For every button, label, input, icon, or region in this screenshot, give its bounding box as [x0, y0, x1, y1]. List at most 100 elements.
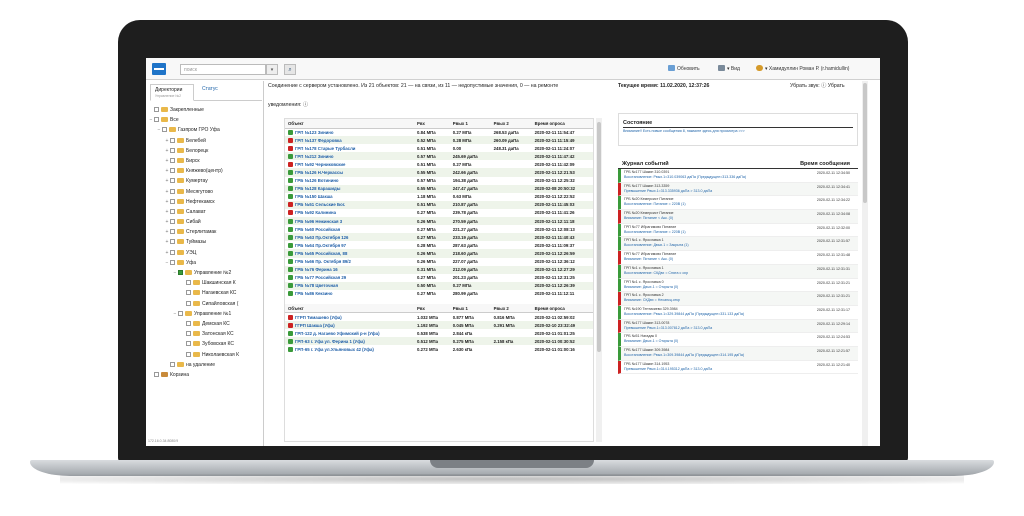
table-row[interactable]: ГГРП Тимашево (Уфа) 1.032 МПа 0.877 МПа 0.8… — [285, 313, 593, 321]
tree-item[interactable]: + Бирск — [148, 156, 260, 166]
tree-item[interactable]: Нагаевская КС — [148, 288, 260, 298]
tree-checkbox[interactable] — [170, 361, 175, 367]
tree-checkbox[interactable] — [170, 239, 175, 245]
tree-item[interactable]: Зубовская КС — [148, 339, 260, 349]
column-header[interactable]: Объект — [285, 303, 415, 314]
tree-item[interactable]: Закрепленные — [148, 105, 260, 115]
tree-checkbox[interactable] — [186, 341, 191, 347]
table-row[interactable]: ГРБ №65 Российская, 88 0.26 МПа 218.60 даП… — [285, 249, 593, 258]
tree-item[interactable]: Сипайловская ( — [148, 299, 260, 309]
tree-checkbox[interactable] — [186, 320, 191, 326]
object-name[interactable]: ГРБ №51 Сельские Бог. — [295, 202, 345, 207]
tree-item[interactable]: − Управление №1 — [148, 309, 260, 319]
tree-checkbox[interactable] — [170, 249, 175, 255]
object-name[interactable]: ГРБ №92 Калинина — [295, 210, 336, 215]
right-scrollbar-thumb[interactable] — [863, 83, 867, 203]
journal-event[interactable]: ГРП №77 Ибрагимово Питание Восстановление… — [618, 223, 858, 238]
tree-checkbox[interactable] — [186, 300, 191, 306]
object-name[interactable]: ГГРП Шакша (Уфа) — [295, 323, 335, 328]
tree-item[interactable]: Николаевская К — [148, 350, 260, 360]
table-row[interactable]: ГРП-63 г. Уфа ул. Ферина 1 (Уфа) 0.512 МП… — [285, 337, 593, 346]
user-menu[interactable]: ▾ Хамидуллин Роман Р. (r.hamidullin) — [756, 65, 849, 72]
tree-checkbox[interactable] — [154, 107, 159, 112]
tab-status[interactable]: Статус — [198, 84, 222, 101]
table-scrollbar[interactable] — [596, 118, 602, 442]
journal-event[interactable]: ГРП №1 с. Ярославка 0 Внимание: Двых.1 = … — [618, 278, 858, 293]
tree-item[interactable]: + Стерлитамак — [148, 227, 260, 237]
object-name[interactable]: ГРП-63 г. Уфа ул. Ферина 1 (Уфа) — [295, 339, 365, 344]
tree-checkbox[interactable] — [170, 168, 175, 174]
object-name[interactable]: ГРБ №66 Пр. Октября 89/2 — [295, 259, 351, 264]
object-name[interactable]: ГРП №178 Старые Турбасли — [295, 146, 355, 151]
tree-item[interactable]: Корзина — [148, 370, 260, 380]
journal-event[interactable]: ГРБ №177 Шакин 313.3359 Превышение Pвых.1… — [618, 182, 858, 197]
object-name[interactable]: ГРП №92 Черниковские — [295, 162, 345, 167]
table-row[interactable]: ГРБ №86 Кекзино 0.27 МПа 280.99 даПа 2020-0… — [285, 290, 593, 298]
object-name[interactable]: ГРБ №77 Российская 29 — [295, 275, 346, 280]
object-name[interactable]: ГРБ №60 Российская — [295, 227, 340, 232]
column-header[interactable]: Рвых 2 — [490, 119, 532, 129]
table-row[interactable]: ГРБ №78 Цветочная 0.50 МПа 0.27 МПа 2020-02… — [285, 281, 593, 290]
tree-checkbox[interactable] — [170, 219, 175, 225]
tree-checkbox[interactable] — [154, 371, 159, 377]
tree-item[interactable]: + Сибай — [148, 217, 260, 227]
tree-item[interactable]: − Управление №2 — [148, 268, 260, 278]
tree-item[interactable]: + Белебей — [148, 136, 260, 146]
table-row[interactable]: ГРБ №76 Ферина 16 0.31 МПа 212.09 даПа 2020… — [285, 265, 593, 274]
tree-checkbox[interactable] — [154, 117, 159, 123]
object-name[interactable]: ГРП-122 д. Нагаево Уфимский р-н (Уфа) — [295, 331, 380, 336]
table-row[interactable]: ГРБ №64 Пр.Октября 97 0.28 МПа 287.63 даПа… — [285, 241, 593, 249]
search-dropdown-button[interactable]: ▾ — [266, 64, 278, 75]
tree-item[interactable]: + Княжево(центр) — [148, 166, 260, 176]
right-scrollbar[interactable] — [862, 81, 868, 446]
tree-checkbox[interactable] — [162, 127, 167, 133]
table-row[interactable]: ГРБ №96 Нежинская 3 0.26 МПа 270.59 даПа 20… — [285, 217, 593, 226]
table-row[interactable]: ГРБ №66 Пр. Октября 89/2 0.26 МПа 227.07 д… — [285, 258, 593, 266]
journal-event[interactable]: ГРБ №177 Шакин 313.0078 Превышение Pвых.1… — [618, 319, 858, 334]
object-name[interactable]: ГРП №123 Зинино — [295, 130, 334, 135]
column-header[interactable]: Рвых 1 — [449, 303, 491, 314]
table-row[interactable]: ГРП №137 Федоровка 0.52 МПа 0.28 МПа 260.09… — [285, 136, 593, 145]
table-row[interactable]: ГРП №212 Зинино 0.57 МПа 245.69 даПа 2020-0… — [285, 152, 593, 161]
table-row[interactable]: ГРБ №128 Карашиды 0.55 МПа 247.47 даПа 2020… — [285, 184, 593, 193]
object-name[interactable]: ГРБ №96 Нежинская 3 — [295, 219, 342, 224]
tree-checkbox[interactable] — [186, 280, 191, 286]
tree-checkbox[interactable] — [186, 331, 191, 337]
tree-checkbox[interactable] — [170, 157, 175, 163]
tree-checkbox[interactable] — [170, 178, 175, 184]
tree-checkbox[interactable] — [186, 351, 191, 357]
mute-sound-toggle[interactable]: Убрать звук: ⓘ Убрать — [790, 83, 850, 90]
journal-event[interactable]: ГРП №1 с. Ярославка 2 Внимание: СКДвх = Н… — [618, 292, 858, 306]
column-header[interactable]: Время опроса — [531, 119, 593, 129]
object-name[interactable]: ГГРП Тимашево (Уфа) — [295, 315, 342, 320]
object-name[interactable]: ГРП-65 г. Уфа ул.Ульяновых 42 (Уфа) — [295, 347, 374, 352]
object-name[interactable]: ГРБ №86 Кекзино — [295, 291, 333, 296]
object-name[interactable]: ГРБ №78 Цветочная — [295, 283, 338, 288]
table-row[interactable]: ГРП №123 Зинино 0.84 МПа 0.27 МПа 268.53 да… — [285, 128, 593, 136]
object-name[interactable]: ГРБ №64 Пр.Октября 97 — [295, 243, 346, 248]
journal-event[interactable]: ГРП №1 с. Ярославка 1 Восстановление: Двы… — [618, 237, 858, 252]
column-header[interactable]: Объект — [285, 119, 415, 129]
state-message-link[interactable]: Внимание!! Есть новые сообщения 8, нажми… — [623, 129, 745, 133]
journal-event[interactable]: ГРБ №177 Шакин 310.0391 Восстановление: P… — [618, 169, 858, 183]
journal-event[interactable]: ГРБ №177 Шакин 314.1953 Превышение Pвых.1… — [618, 360, 858, 375]
column-header[interactable]: Рвых 2 — [490, 303, 532, 314]
table-row[interactable]: ГРБ №126 Н.Черкассы 0.55 МПа 242.66 даПа 20… — [285, 168, 593, 177]
table-row[interactable]: ГРП №92 Черниковские 0.51 МПа 0.27 МПа 2020… — [285, 160, 593, 168]
journal-event[interactable]: ГРБ №177 Шакин 309.3984 Восстановление: P… — [618, 346, 858, 361]
table-row[interactable]: ГРБ №63 Пр.Октября 126 0.27 МПа 233.19 даП… — [285, 233, 593, 242]
journal-event[interactable]: ГРП №1 с. Ярославка 1 Восстановление: СКД… — [618, 264, 858, 279]
tree-item[interactable]: + УЭЦ — [148, 248, 260, 258]
object-name[interactable]: ГРП №137 Федоровка — [295, 138, 342, 143]
object-name[interactable]: ГРБ №126 Вотинино — [295, 178, 339, 183]
tree-checkbox[interactable] — [170, 229, 175, 235]
tree-item[interactable]: + Туймазы — [148, 237, 260, 247]
tree-item[interactable]: Шакшинская К — [148, 278, 260, 288]
tree-checkbox[interactable] — [170, 259, 175, 265]
search-input[interactable]: поиск — [180, 64, 266, 75]
table-row[interactable]: ГРБ №126 Вотинино 0.57 МПа 194.38 даПа 2020… — [285, 177, 593, 185]
tree-item[interactable]: на удаление — [148, 360, 260, 370]
journal-event[interactable]: ГРБ №51 Нагадак 0 Внимание: Двых.1 = Откр… — [618, 333, 858, 347]
journal-event[interactable]: ГРБ №190 Тептикиево 329.3984 Восстановлен… — [618, 305, 858, 320]
tree-item[interactable]: Затонская КС — [148, 329, 260, 339]
